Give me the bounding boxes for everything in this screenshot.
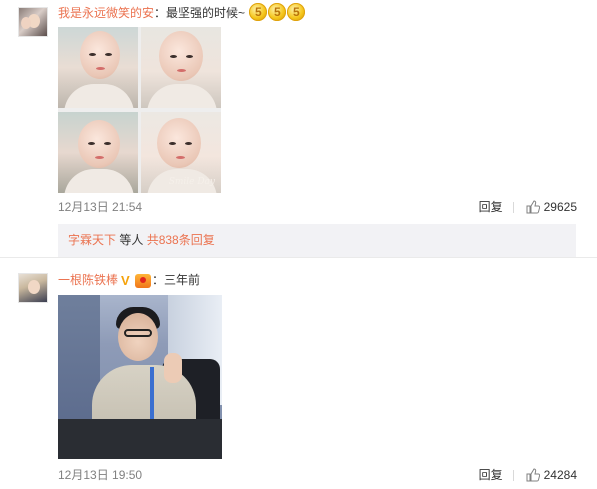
crying-emoji-icon: 5 xyxy=(268,3,287,22)
verified-v-icon[interactable]: V xyxy=(121,274,133,287)
comment-actions: 回复 24284 xyxy=(479,467,577,483)
sub-replies-bar[interactable]: 字霖天下 等人 共838条回复 xyxy=(58,224,576,257)
sub-reply-middle-text: 等人 xyxy=(116,233,147,247)
photo-thumb[interactable] xyxy=(58,112,138,193)
comment-timestamp: 12月13日 19:50 xyxy=(58,468,143,482)
divider xyxy=(512,202,514,214)
crying-emoji-icon: 5 xyxy=(249,3,268,22)
comment-line: 一根陈铁棒 V ：三年前 xyxy=(58,272,200,288)
photo-thumb[interactable] xyxy=(141,27,221,108)
separator: ： xyxy=(154,6,167,20)
comment-text: 三年前 xyxy=(164,273,201,287)
comment-line: 我是永远微笑的安：最坚强的时候~ 555 xyxy=(58,3,306,22)
vip-crown-icon[interactable] xyxy=(135,273,152,288)
divider xyxy=(512,470,514,482)
like-count[interactable]: 29625 xyxy=(544,200,577,214)
separator: ： xyxy=(152,273,165,287)
photo-grid[interactable]: Smile Day xyxy=(58,27,221,193)
comment-photo[interactable] xyxy=(58,295,222,459)
reply-button[interactable]: 回复 xyxy=(479,468,503,482)
reply-button[interactable]: 回复 xyxy=(479,200,503,214)
sub-reply-user-link[interactable]: 字霖天下 xyxy=(68,233,116,247)
photo-watermark: Smile Day xyxy=(168,177,215,187)
thumbs-up-icon[interactable] xyxy=(526,200,540,214)
crying-emoji-icon: 5 xyxy=(287,3,306,22)
comment-item: 我是永远微笑的安：最坚强的时候~ 555 Smile Day 12月13日 21… xyxy=(0,0,597,258)
avatar[interactable] xyxy=(18,273,48,303)
comment-timestamp: 12月13日 21:54 xyxy=(58,200,143,214)
comment-text: 最坚强的时候~ xyxy=(166,6,246,20)
username-link[interactable]: 我是永远微笑的安 xyxy=(58,6,154,20)
comment-item: 一根陈铁棒 V ：三年前 12月13日 19:50 回复 24284 xyxy=(0,258,597,489)
comment-actions: 回复 29625 xyxy=(479,199,577,215)
thumbs-up-icon[interactable] xyxy=(526,468,540,482)
photo-thumb[interactable]: Smile Day xyxy=(141,112,221,193)
like-count[interactable]: 24284 xyxy=(544,468,577,482)
username-link[interactable]: 一根陈铁棒 xyxy=(58,273,118,287)
avatar[interactable] xyxy=(18,7,48,37)
photo-thumb[interactable] xyxy=(58,27,138,108)
sub-reply-count-link[interactable]: 共838条回复 xyxy=(147,233,215,247)
